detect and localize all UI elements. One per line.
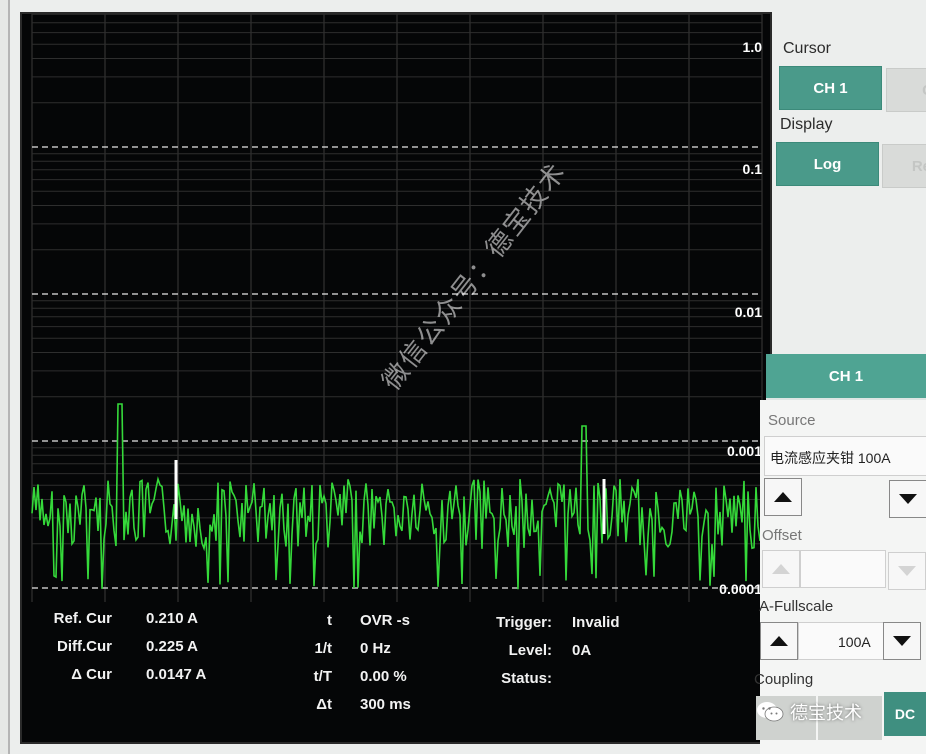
source-label: Source <box>768 412 816 429</box>
trigger-value: Invalid <box>572 614 620 631</box>
arrow-up-icon <box>772 564 790 574</box>
y-label-0.0001: 0.0001 <box>719 581 762 597</box>
display-log-button[interactable]: Log <box>776 142 879 186</box>
source-up-button[interactable] <box>764 478 802 516</box>
channel-header-label: CH 1 <box>828 367 864 385</box>
arrow-down-icon <box>898 566 916 576</box>
inv-t-label: 1/t <box>314 640 332 657</box>
display-other-button[interactable]: Re <box>882 144 926 188</box>
source-value: 电流感应夹钳 100A <box>770 450 891 466</box>
y-label-0.001: 0.001 <box>727 443 762 459</box>
t-over-T-label: t/T <box>313 668 332 685</box>
cursor-ch1-label: CH 1 <box>813 79 848 97</box>
arrow-up-icon <box>774 492 792 502</box>
measurement-readout: Ref. Cur 0.210 A Diff.Cur 0.225 A Δ Cur … <box>22 602 770 742</box>
y-label-0.1: 0.1 <box>743 161 763 177</box>
level-value: 0A <box>572 642 592 659</box>
arrow-down-icon <box>893 636 911 646</box>
coupling-dc-button[interactable]: DC <box>884 692 926 736</box>
offset-down-button[interactable] <box>888 552 926 590</box>
delta-t-label: Δt <box>316 696 332 713</box>
level-label: Level: <box>508 642 552 659</box>
plot-canvas: 1.0 0.1 0.01 0.001 0.0001 <box>31 14 763 602</box>
watermark-brand-text: 德宝技术 <box>790 703 862 723</box>
fullscale-label: A-Fullscale <box>759 598 834 615</box>
offset-label: Offset <box>762 527 802 544</box>
t-value: OVR -s <box>360 612 411 629</box>
coupling-label: Coupling <box>754 671 814 688</box>
watermark-brand: 德宝技术 <box>756 694 862 730</box>
fullscale-value: 100A <box>838 634 871 650</box>
display-log-label: Log <box>813 155 842 173</box>
delta-cur-value: 0.0147 A <box>146 666 207 683</box>
cursor-ch2-button[interactable]: C <box>886 68 926 112</box>
delta-t-value: 300 ms <box>360 696 411 713</box>
ref-cur-label: Ref. Cur <box>53 610 112 627</box>
diff-cur-value: 0.225 A <box>146 638 198 655</box>
cursor-ch2-label: C <box>922 82 926 99</box>
t-over-T-value: 0.00 % <box>360 668 407 685</box>
diff-cur-label: Diff.Cur <box>57 638 112 655</box>
source-down-button[interactable] <box>889 480 926 518</box>
fullscale-down-button[interactable] <box>883 622 921 660</box>
offset-up-button[interactable] <box>762 550 800 588</box>
offset-field[interactable] <box>800 550 886 588</box>
fullscale-up-button[interactable] <box>760 622 798 660</box>
arrow-down-icon <box>899 494 917 504</box>
channel-header[interactable]: CH 1 <box>766 354 926 401</box>
coupling-dc-label: DC <box>894 706 916 722</box>
y-label-0.01: 0.01 <box>735 304 762 320</box>
t-label: t <box>327 612 332 629</box>
display-other-label: Re <box>911 157 926 175</box>
cursor-ch1-button[interactable]: CH 1 <box>779 66 882 110</box>
ref-cur-value: 0.210 A <box>146 610 198 627</box>
trigger-label: Trigger: <box>496 614 552 631</box>
arrow-up-icon <box>770 636 788 646</box>
cursor-section-label: Cursor <box>783 40 832 57</box>
y-label-1.0: 1.0 <box>743 39 763 55</box>
delta-cur-label: Δ Cur <box>71 666 112 683</box>
display-section-label: Display <box>780 116 833 133</box>
inv-t-value: 0 Hz <box>360 640 391 657</box>
spectrum-plot[interactable]: 1.0 0.1 0.01 0.001 0.0001 <box>22 14 770 602</box>
status-label: Status: <box>501 670 552 687</box>
scope-screen: 1.0 0.1 0.01 0.001 0.0001 Ref. Cur 0.210… <box>20 12 772 744</box>
wechat-icon <box>757 702 784 722</box>
